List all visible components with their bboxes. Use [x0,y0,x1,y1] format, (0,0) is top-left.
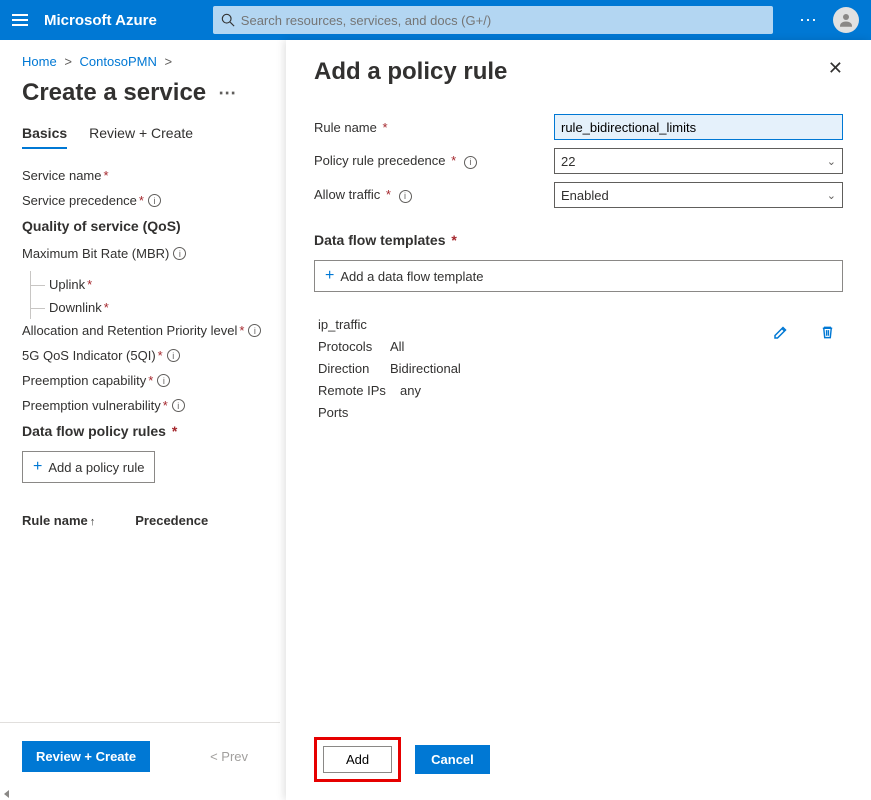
label-uplink: Uplink [49,277,85,292]
heading-templates: Data flow templates [314,232,445,248]
col-rule-name[interactable]: Rule name [22,513,88,528]
heading-dfpr: Data flow policy rules [22,423,166,439]
label-preempt-vuln: Preemption vulnerability [22,398,161,413]
info-icon[interactable]: i [399,190,412,203]
template-name: ip_traffic [318,314,765,336]
label-downlink: Downlink [49,300,102,315]
add-policy-rule-button[interactable]: + Add a policy rule [22,451,155,483]
tab-review-create[interactable]: Review + Create [89,125,193,149]
add-template-label: Add a data flow template [340,269,483,284]
delete-template-button[interactable] [811,316,843,348]
chevron-down-icon: ⌄ [827,189,836,202]
label-rule-precedence: Policy rule precedence [314,153,446,168]
template-protocols-value: All [390,336,404,358]
breadcrumb-contoso[interactable]: ContosoPMN [80,54,157,69]
template-ports-label: Ports [318,402,390,424]
template-summary: ip_traffic ProtocolsAll DirectionBidirec… [318,314,765,424]
trash-icon [820,324,835,340]
panel-title: Add a policy rule [314,58,507,86]
prev-button[interactable]: < Prev [210,749,248,764]
precedence-value: 22 [561,154,575,169]
plus-icon: + [33,458,42,476]
col-precedence[interactable]: Precedence [135,513,208,528]
page-title: Create a service [22,79,206,107]
breadcrumb: Home > ContosoPMN > [22,54,262,69]
page-more-icon[interactable]: ⋯ [218,83,236,104]
search-box[interactable] [213,6,773,34]
add-button[interactable]: Add [323,746,392,773]
close-icon[interactable]: ✕ [828,58,843,79]
breadcrumb-home[interactable]: Home [22,54,57,69]
label-allow-traffic: Allow traffic [314,187,380,202]
brand-label: Microsoft Azure [44,12,157,29]
search-input[interactable] [241,13,765,28]
rule-name-input[interactable] [554,114,843,140]
template-remoteips-value: any [400,380,421,402]
label-mbr: Maximum Bit Rate (MBR) [22,246,169,261]
info-icon[interactable]: i [157,374,170,387]
template-remoteips-label: Remote IPs [318,380,400,402]
person-icon [837,11,855,29]
page-body: Home > ContosoPMN > Create a service ⋯ B… [0,40,280,800]
precedence-select[interactable]: 22 ⌄ [554,148,843,174]
add-policy-rule-panel: Add a policy rule ✕ Rule name * Policy r… [286,40,871,800]
label-preempt-cap: Preemption capability [22,373,146,388]
allow-traffic-select[interactable]: Enabled ⌄ [554,182,843,208]
info-icon[interactable]: i [248,324,261,337]
plus-icon: + [325,267,334,285]
label-service-precedence: Service precedence [22,193,137,208]
edit-template-button[interactable] [765,316,797,348]
cancel-button[interactable]: Cancel [415,745,490,774]
label-arp: Allocation and Retention Priority level [22,323,237,338]
add-policy-rule-label: Add a policy rule [48,460,144,475]
template-protocols-label: Protocols [318,336,390,358]
chevron-down-icon: ⌄ [827,155,836,168]
pencil-icon [773,324,789,340]
more-menu-icon[interactable]: ⋯ [799,10,819,31]
search-icon [221,13,235,27]
info-icon[interactable]: i [172,399,185,412]
heading-qos: Quality of service (QoS) [22,218,262,234]
label-service-name: Service name [22,168,101,183]
top-bar: Microsoft Azure ⋯ [0,0,871,40]
info-icon[interactable]: i [148,194,161,207]
tab-basics[interactable]: Basics [22,125,67,149]
info-icon[interactable]: i [464,156,477,169]
allow-traffic-value: Enabled [561,188,609,203]
label-5qi: 5G QoS Indicator (5QI) [22,348,156,363]
review-create-button[interactable]: Review + Create [22,741,150,772]
avatar[interactable] [833,7,859,33]
add-button-highlight: Add [314,737,401,782]
scrollbar-left-icon[interactable] [4,790,14,798]
info-icon[interactable]: i [167,349,180,362]
template-direction-value: Bidirectional [390,358,461,380]
label-rule-name: Rule name [314,120,377,135]
add-template-button[interactable]: + Add a data flow template [314,260,843,292]
menu-icon[interactable] [12,14,28,26]
template-direction-label: Direction [318,358,390,380]
info-icon[interactable]: i [173,247,186,260]
